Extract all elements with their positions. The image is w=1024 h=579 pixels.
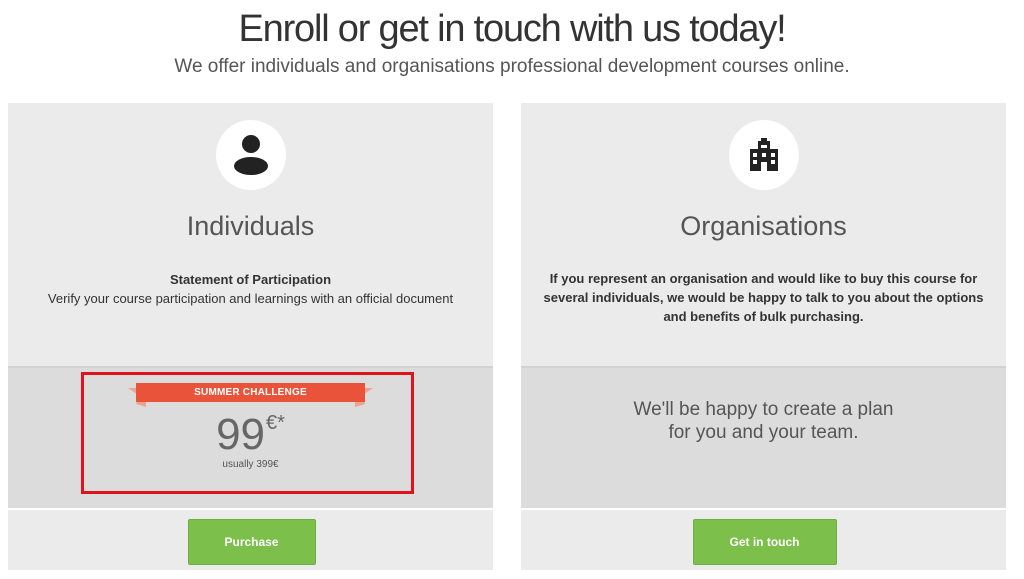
organisations-title: Organisations [680, 211, 847, 241]
organisations-action-bar: Get in touch [521, 508, 1006, 570]
purchase-button[interactable]: Purchase [187, 519, 316, 565]
individuals-description-text: Verify your course participation and lea… [47, 291, 454, 306]
individuals-card-top: Individuals Statement of Participation V… [8, 103, 493, 366]
person-icon [215, 120, 286, 190]
individuals-card: Individuals Statement of Participation V… [8, 103, 493, 570]
individuals-title: Individuals [186, 211, 315, 241]
organisations-plan-panel: We'll be happy to create a plan for you … [521, 366, 1006, 508]
price-value: 99€* [8, 410, 493, 460]
building-icon [728, 120, 799, 190]
price-currency: €* [266, 412, 285, 434]
individuals-description-heading: Statement of Participation [169, 272, 332, 287]
individuals-price-panel: SUMMER CHALLENGE 99€* usually 399€ [8, 366, 493, 508]
page-subtitle: We offer individuals and organisations p… [174, 56, 850, 77]
individuals-action-bar: Purchase [8, 508, 493, 570]
page-title: Enroll or get in touch with us today! [238, 8, 786, 50]
organisations-description: If you represent an organisation and wou… [543, 271, 984, 324]
individuals-description: Statement of Participation Verify your c… [28, 270, 473, 308]
organisations-card-top: Organisations If you represent an organi… [521, 103, 1006, 366]
organisations-card: Organisations If you represent an organi… [521, 103, 1006, 570]
get-in-touch-button[interactable]: Get in touch [692, 519, 837, 565]
summer-challenge-ribbon: SUMMER CHALLENGE [128, 382, 373, 407]
usual-price: usually 399€ [222, 459, 279, 470]
plan-text: We'll be happy to create a plan for you … [633, 399, 894, 443]
price-amount: 99 [216, 410, 266, 459]
ribbon-label: SUMMER CHALLENGE [194, 387, 307, 398]
